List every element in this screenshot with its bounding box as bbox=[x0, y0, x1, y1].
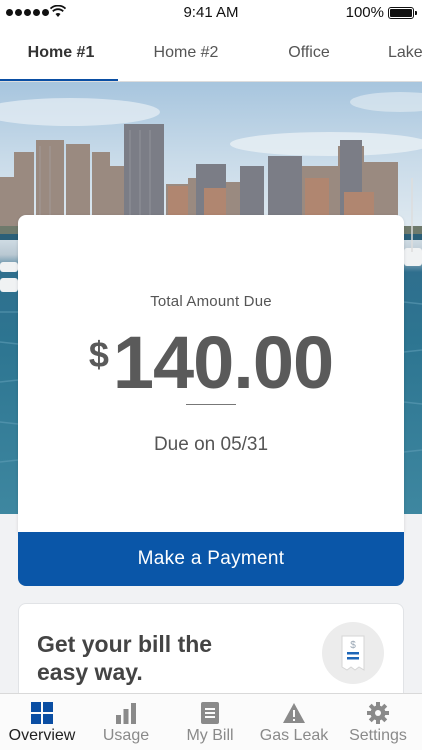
warning-icon bbox=[252, 702, 336, 724]
bottom-navigation: Overview Usage My Bill Gas Leak Settings bbox=[0, 693, 422, 750]
bar-chart-icon bbox=[84, 702, 168, 724]
nav-my-bill-label: My Bill bbox=[186, 727, 234, 744]
nav-overview-label: Overview bbox=[8, 727, 76, 744]
gear-icon bbox=[336, 702, 420, 724]
tab-home-2[interactable]: Home #2 bbox=[128, 26, 244, 81]
document-icon bbox=[168, 702, 252, 724]
amount-due-label: Total Amount Due bbox=[150, 293, 272, 310]
amount-due-value: $140.00 bbox=[18, 320, 404, 405]
tab-office[interactable]: Office bbox=[252, 26, 366, 81]
currency-symbol: $ bbox=[88, 334, 109, 375]
due-date: Due on 05/31 bbox=[153, 434, 269, 455]
make-payment-button[interactable]: Make a Payment bbox=[18, 532, 404, 586]
amount-divider bbox=[186, 404, 236, 405]
tab-home-1[interactable]: Home #1 bbox=[0, 26, 122, 81]
nav-gas-leak-label: Gas Leak bbox=[259, 727, 329, 744]
account-tabs: Home #1 Home #2 Office Lake bbox=[0, 26, 422, 82]
nav-overview[interactable]: Overview bbox=[0, 694, 84, 750]
nav-settings[interactable]: Settings bbox=[336, 694, 420, 750]
battery-percent: 100% bbox=[345, 4, 384, 21]
promo-headline: Get your bill the easy way. bbox=[37, 631, 213, 685]
svg-text:$: $ bbox=[350, 640, 356, 651]
nav-my-bill[interactable]: My Bill bbox=[168, 694, 252, 750]
nav-usage-label: Usage bbox=[102, 727, 150, 744]
battery-icon bbox=[388, 7, 417, 19]
tab-lake[interactable]: Lake bbox=[388, 26, 422, 81]
paper-bill-icon: $ bbox=[322, 622, 384, 684]
screen: 9:41 AM 100% Home #1 Home #2 Office Lake bbox=[0, 0, 422, 750]
grid-icon bbox=[0, 702, 84, 724]
nav-usage[interactable]: Usage bbox=[84, 694, 168, 750]
amount-number: 140.00 bbox=[112, 321, 334, 404]
nav-settings-label: Settings bbox=[349, 727, 407, 744]
nav-gas-leak[interactable]: Gas Leak bbox=[252, 694, 336, 750]
amount-due-card: Total Amount Due $140.00 Due on 05/31 bbox=[18, 215, 404, 533]
status-bar: 9:41 AM 100% bbox=[0, 0, 422, 26]
